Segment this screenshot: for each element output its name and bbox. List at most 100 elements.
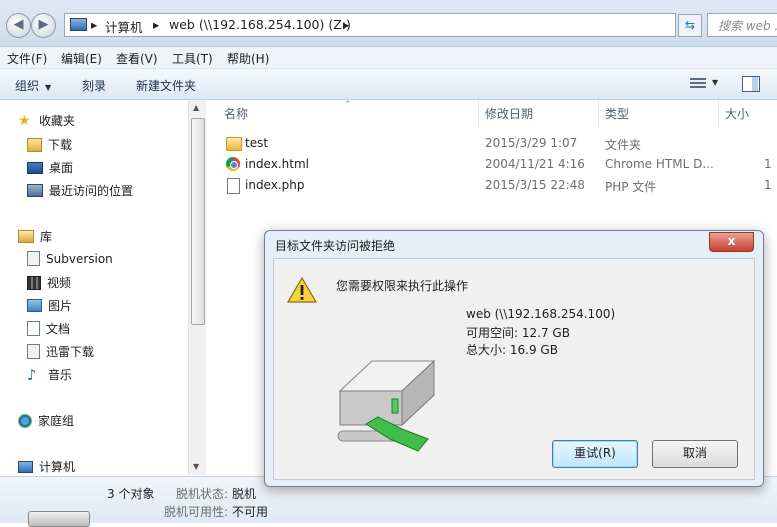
offline-state-label: 脱机状态: [176, 487, 229, 501]
chrome-html-icon [226, 157, 240, 171]
music-note-icon: ♪ [27, 365, 37, 384]
nav-item-subversion[interactable]: Subversion [27, 251, 113, 266]
total-size: 总大小: 16.9 GB [466, 343, 558, 357]
column-divider[interactable] [478, 100, 479, 126]
offline-availability-value: 不可用 [232, 505, 269, 519]
command-toolbar: 组织 ▼ 刻录 新建文件夹 ▼ [0, 69, 777, 100]
php-file-icon [227, 178, 240, 194]
back-button[interactable]: ◀ [6, 13, 31, 38]
organize-button[interactable]: 组织 ▼ [15, 77, 51, 94]
nav-item-desktop[interactable]: 桌面 [27, 159, 73, 176]
menu-help[interactable]: 帮助(H) [227, 50, 269, 67]
burn-button[interactable]: 刻录 [82, 77, 106, 94]
nav-item-recent-places[interactable]: 最近访问的位置 [27, 182, 133, 199]
nav-homegroup-label: 家庭组 [38, 414, 75, 428]
address-bar-area: ◀ ▶ ▸ 计算机 ▸ web (\\192.168.254.100) (Z:)… [0, 0, 777, 47]
nav-item-pictures[interactable]: 图片 [27, 297, 72, 314]
menu-bar: 文件(F) 编辑(E) 查看(V) 工具(T) 帮助(H) [0, 47, 777, 69]
dialog-title: 目标文件夹访问被拒绝 [275, 239, 396, 253]
column-header-type[interactable]: 类型 [605, 105, 629, 122]
scroll-down-arrow-icon[interactable]: ▼ [193, 462, 199, 471]
retry-button[interactable]: 重试(R) [552, 440, 638, 468]
sort-ascending-icon: ⌃ [344, 100, 352, 110]
chevron-down-icon[interactable]: ▼ [712, 78, 718, 87]
offline-state-value: 脱机 [232, 487, 257, 501]
thunder-download-icon [27, 344, 40, 359]
computer-icon [18, 460, 33, 473]
menu-view[interactable]: 查看(V) [116, 50, 158, 67]
video-icon [27, 275, 41, 290]
file-row[interactable]: test 2015/3/29 1:07 文件夹 [206, 133, 777, 154]
nav-libraries-label: 库 [40, 230, 53, 244]
file-type: 文件夹 [605, 138, 642, 152]
view-options-icon[interactable] [690, 78, 706, 90]
nav-favorites[interactable]: ★ 收藏夹 [18, 112, 75, 129]
network-drive-icon [337, 359, 436, 452]
file-row[interactable]: index.php 2015/3/15 22:48 PHP 文件 1 [206, 175, 777, 196]
scrollbar-thumb[interactable] [191, 118, 205, 325]
nav-item-label: 视频 [47, 276, 72, 290]
menu-edit[interactable]: 编辑(E) [61, 50, 102, 67]
breadcrumb-web-drive[interactable]: web (\\192.168.254.100) (Z:) [169, 17, 351, 32]
column-header-modified[interactable]: 修改日期 [485, 105, 533, 122]
nav-item-downloads[interactable]: 下载 [27, 136, 72, 153]
picture-icon [27, 299, 42, 312]
file-size: 1 [764, 178, 772, 192]
nav-item-thunder-downloads[interactable]: 迅雷下载 [27, 343, 94, 360]
file-modified: 2015/3/15 22:48 [485, 178, 585, 192]
recent-places-icon [27, 184, 43, 197]
scroll-up-arrow-icon[interactable]: ▲ [193, 103, 199, 112]
nav-libraries[interactable]: 库 [18, 228, 52, 245]
breadcrumb-computer[interactable]: 计算机 [105, 17, 143, 36]
downloads-folder-icon [27, 137, 42, 152]
close-button[interactable]: x [709, 232, 754, 252]
nav-item-label: 桌面 [49, 161, 74, 175]
desktop-icon [27, 161, 43, 174]
menu-file[interactable]: 文件(F) [7, 50, 47, 67]
document-icon [27, 321, 40, 336]
dialog-body: 您需要权限来执行此操作 web (\\192.168.254.100) 可用空间… [273, 258, 755, 480]
column-divider[interactable] [718, 100, 719, 126]
star-icon: ★ [18, 112, 31, 129]
file-type: Chrome HTML D... [605, 157, 714, 171]
warning-icon [287, 277, 317, 303]
file-row[interactable]: index.html 2004/11/21 4:16 Chrome HTML D… [206, 154, 777, 175]
nav-item-documents[interactable]: 文档 [27, 320, 70, 337]
nav-item-videos[interactable]: 视频 [27, 274, 71, 291]
column-divider[interactable] [598, 100, 599, 126]
library-icon [18, 230, 34, 243]
nav-item-label: Subversion [46, 251, 113, 266]
file-modified: 2004/11/21 4:16 [485, 157, 585, 171]
column-header-size[interactable]: 大小 [725, 105, 749, 122]
nav-item-label: 图片 [48, 299, 73, 313]
nav-item-label: 下载 [48, 138, 73, 152]
nav-computer[interactable]: 计算机 [18, 458, 75, 475]
chevron-down-icon: ▼ [45, 83, 52, 92]
refresh-button[interactable]: ⇆ [678, 14, 702, 37]
forward-button[interactable]: ▶ [31, 13, 56, 38]
nav-item-label: 音乐 [48, 368, 73, 382]
preview-pane-icon[interactable] [742, 76, 760, 92]
menu-tools[interactable]: 工具(T) [172, 50, 213, 67]
nav-homegroup[interactable]: 家庭组 [18, 412, 74, 429]
address-bar[interactable]: ▸ 计算机 ▸ web (\\192.168.254.100) (Z:) ▸ ▼ [64, 13, 731, 37]
nav-item-label: 文档 [46, 322, 71, 336]
offline-availability-label: 脱机可用性: [164, 505, 229, 519]
nav-item-label: 迅雷下载 [46, 345, 95, 359]
nav-computer-label: 计算机 [39, 460, 76, 474]
breadcrumb-separator: ▸ [343, 17, 350, 32]
cancel-button[interactable]: 取消 [652, 440, 738, 468]
column-header-name[interactable]: 名称 [224, 105, 248, 122]
nav-item-music[interactable]: ♪ 音乐 [27, 366, 72, 383]
new-folder-button[interactable]: 新建文件夹 [136, 77, 196, 94]
free-space: 可用空间: 12.7 GB [466, 326, 570, 340]
navigation-scrollbar[interactable]: ▲ ▼ [188, 100, 206, 475]
access-denied-dialog: 目标文件夹访问被拒绝 x 您需要权限来执行此操作 web (\\192.168.… [264, 230, 764, 487]
search-input[interactable]: 搜索 web ... [707, 13, 777, 37]
computer-icon [70, 18, 87, 31]
organize-label: 组织 [15, 79, 40, 93]
file-name: index.php [245, 178, 305, 192]
network-drive-icon [28, 511, 90, 527]
drive-name: web (\\192.168.254.100) [466, 307, 616, 321]
homegroup-icon [18, 413, 32, 428]
